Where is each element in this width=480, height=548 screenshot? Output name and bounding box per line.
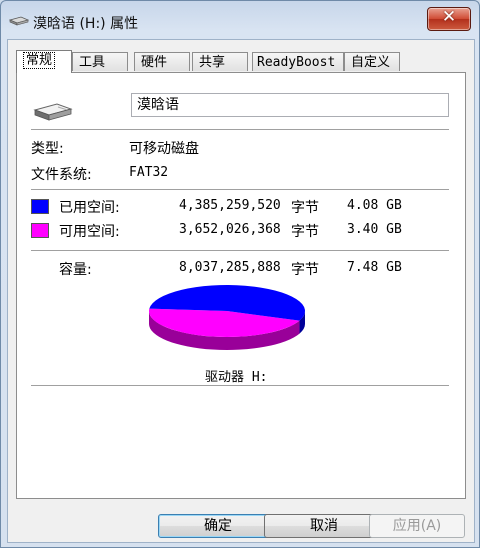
window-title: 漠晗语 (H:) 属性: [33, 16, 139, 32]
free-space-unit: 字节: [291, 224, 319, 240]
removable-disk-icon: [33, 103, 73, 121]
used-space-label: 已用空间:: [59, 200, 120, 216]
filesystem-value: FAT32: [129, 165, 169, 180]
type-label: 类型:: [31, 141, 64, 157]
properties-window: 漠晗语 (H:) 属性 ✕ 常规 工具 硬件 共享 ReadyBoost 自定义…: [0, 0, 480, 548]
drive-name-input[interactable]: 漠晗语: [131, 93, 449, 117]
free-space-bytes: 3,652,026,368: [179, 222, 281, 237]
type-value: 可移动磁盘: [129, 141, 199, 157]
used-space-bytes: 4,385,259,520: [179, 198, 281, 213]
tab-tools[interactable]: 工具: [72, 52, 128, 71]
general-panel: 漠晗语 类型: 可移动磁盘 文件系统: FAT32 已用空间: 4,385,25…: [16, 72, 466, 499]
tab-hardware[interactable]: 硬件: [134, 52, 190, 71]
tab-readyboost[interactable]: ReadyBoost: [252, 52, 344, 71]
used-space-swatch: [31, 199, 49, 214]
disk-usage-pie-chart: [149, 285, 305, 350]
tab-sharing[interactable]: 共享: [192, 52, 248, 71]
close-button[interactable]: ✕: [427, 7, 471, 31]
divider: [31, 385, 449, 386]
cancel-button[interactable]: 取消: [264, 514, 384, 538]
capacity-unit: 字节: [291, 262, 319, 278]
filesystem-label: 文件系统:: [31, 167, 92, 183]
title-bar[interactable]: 漠晗语 (H:) 属性 ✕: [1, 1, 479, 39]
close-icon: ✕: [441, 7, 457, 27]
apply-button[interactable]: 应用(A): [369, 514, 465, 538]
ok-button[interactable]: 确定: [158, 514, 278, 538]
capacity-size: 7.48 GB: [347, 260, 402, 275]
capacity-label: 容量:: [59, 262, 92, 278]
tab-general[interactable]: 常规: [16, 50, 72, 73]
divider: [31, 129, 449, 130]
dialog-body: 常规 工具 硬件 共享 ReadyBoost 自定义 漠晗语 类型: 可移动磁盘…: [7, 39, 475, 543]
drive-letter-label: 驱动器 H:: [205, 370, 268, 385]
used-space-unit: 字节: [291, 200, 319, 216]
capacity-bytes: 8,037,285,888: [179, 260, 281, 275]
free-space-swatch: [31, 223, 49, 238]
divider: [31, 189, 449, 190]
free-space-size: 3.40 GB: [347, 222, 402, 237]
used-space-size: 4.08 GB: [347, 198, 402, 213]
divider: [31, 250, 449, 251]
tab-customize[interactable]: 自定义: [344, 52, 400, 71]
usb-drive-icon: [9, 16, 29, 26]
free-space-label: 可用空间:: [59, 224, 120, 240]
